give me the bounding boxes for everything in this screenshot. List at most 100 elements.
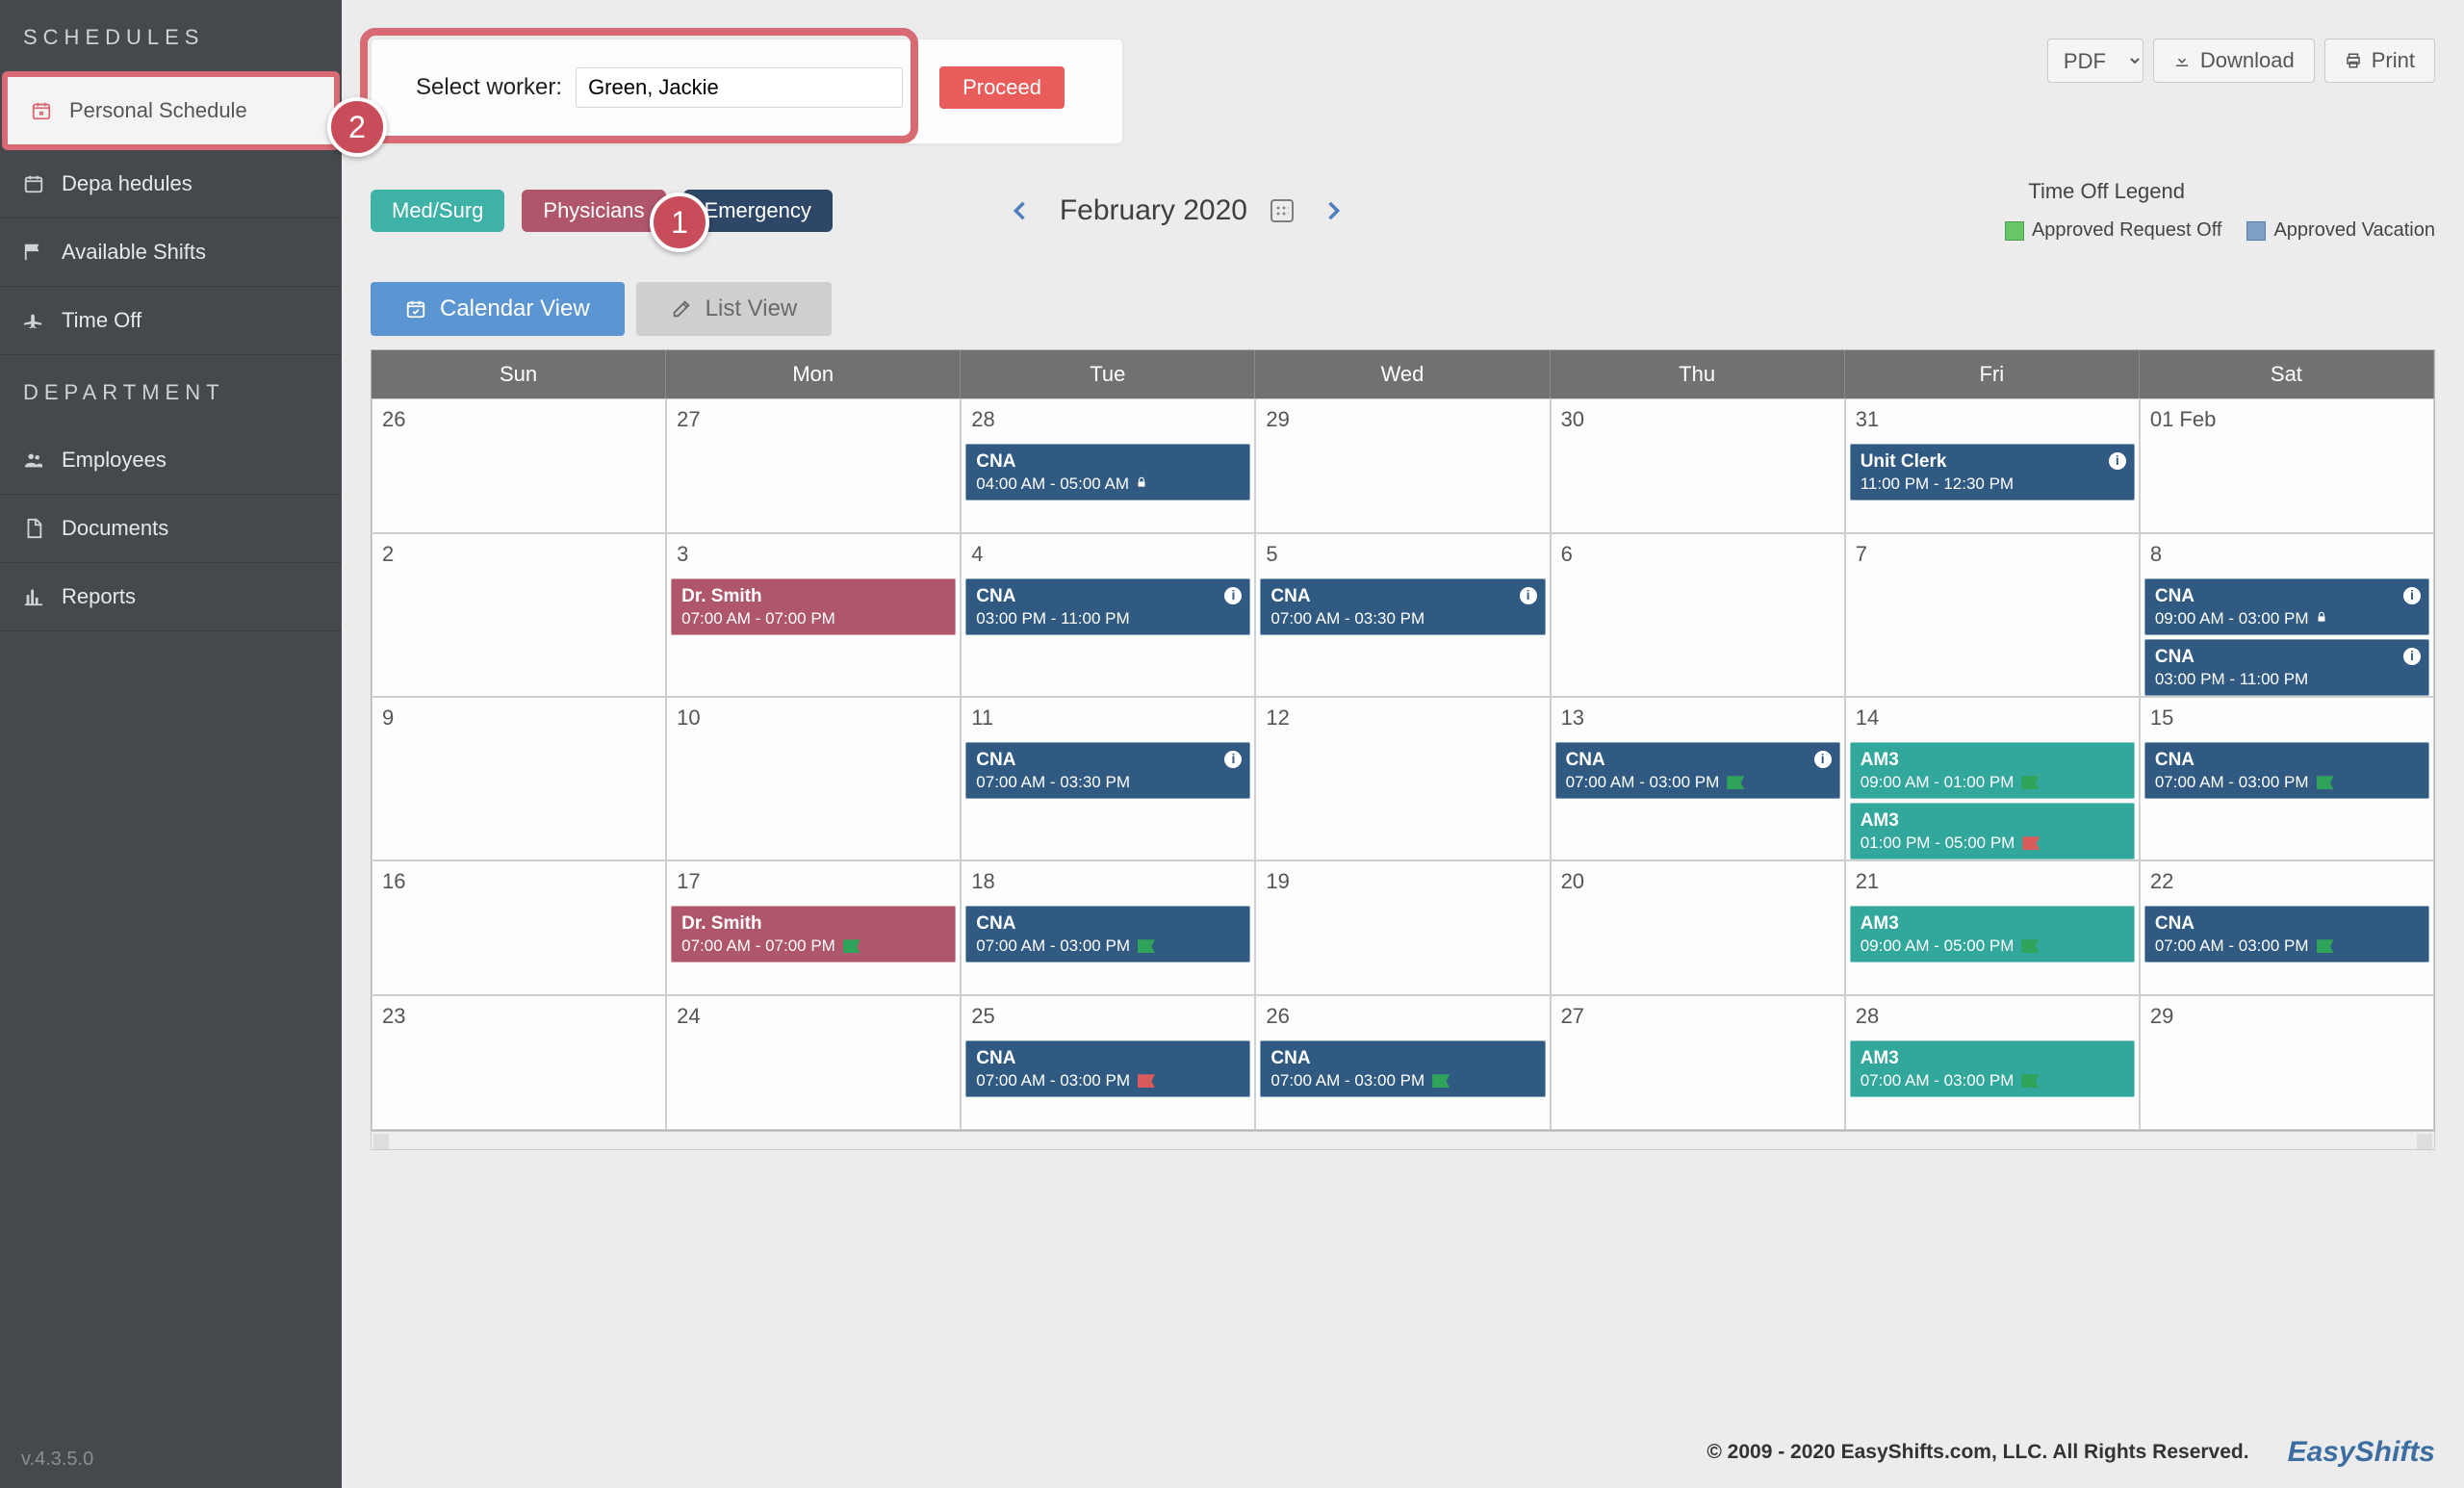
calendar-cell[interactable]: 27 <box>1551 995 1845 1130</box>
calendar-cell[interactable]: 01 Feb <box>2140 398 2434 533</box>
sidebar-item-available-shifts[interactable]: Available Shifts <box>0 218 342 287</box>
day-header: Sat <box>2140 350 2434 398</box>
calendar-cell[interactable]: 21AM309:00 AM - 05:00 PM <box>1845 860 2140 995</box>
calendar-cell[interactable]: 8CNA09:00 AM - 03:00 PMiCNA03:00 PM - 11… <box>2140 533 2434 697</box>
flag-green-icon <box>2021 776 2039 789</box>
calendar-cell[interactable]: 16 <box>372 860 666 995</box>
day-number: 14 <box>1856 706 1879 731</box>
calendar-cell[interactable]: 12 <box>1255 697 1550 860</box>
sidebar-item-time-off[interactable]: Time Off <box>0 287 342 355</box>
flag-green-icon <box>1432 1074 1450 1088</box>
calendar-cell[interactable]: 26 <box>372 398 666 533</box>
calendar-cell[interactable]: 5CNA07:00 AM - 03:30 PMi <box>1255 533 1550 697</box>
calendar-cell[interactable]: 24 <box>666 995 961 1130</box>
calendar-cell[interactable]: 15CNA07:00 AM - 03:00 PM <box>2140 697 2434 860</box>
flag-green-icon <box>843 939 860 953</box>
shift-event[interactable]: CNA07:00 AM - 03:00 PMi <box>1555 742 1840 799</box>
dept-tab-medsurg[interactable]: Med/Surg <box>371 190 504 232</box>
proceed-button[interactable]: Proceed <box>939 66 1065 109</box>
calendar-cell[interactable]: 27 <box>666 398 961 533</box>
info-icon[interactable]: i <box>2109 452 2126 470</box>
prev-month-button[interactable] <box>1004 194 1037 227</box>
calendar-cell[interactable]: 2 <box>372 533 666 697</box>
shift-event[interactable]: CNA04:00 AM - 05:00 AM <box>965 444 1250 500</box>
shift-event[interactable]: CNA09:00 AM - 03:00 PMi <box>2144 578 2429 635</box>
datepicker-icon[interactable] <box>1270 199 1294 222</box>
calendar-cell[interactable]: 30 <box>1551 398 1845 533</box>
day-number: 24 <box>677 1004 700 1029</box>
sidebar-item-dept-schedules[interactable]: Depa hedules <box>0 150 342 218</box>
shift-event[interactable]: CNA07:00 AM - 03:00 PM <box>2144 742 2429 799</box>
shift-event[interactable]: AM309:00 AM - 01:00 PM <box>1850 742 2135 799</box>
calendar-cell[interactable]: 6 <box>1551 533 1845 697</box>
calendar-cell[interactable]: 23 <box>372 995 666 1130</box>
calendar-cell[interactable]: 20 <box>1551 860 1845 995</box>
info-icon[interactable]: i <box>1520 587 1537 604</box>
day-number: 18 <box>971 869 994 894</box>
calendar-cell[interactable]: 4CNA03:00 PM - 11:00 PMi <box>961 533 1255 697</box>
day-number: 16 <box>382 869 405 894</box>
calendar-cell[interactable]: 28CNA04:00 AM - 05:00 AM <box>961 398 1255 533</box>
info-icon[interactable]: i <box>2403 587 2421 604</box>
calendar-cell[interactable]: 13CNA07:00 AM - 03:00 PMi <box>1551 697 1845 860</box>
event-title: CNA <box>976 912 1240 936</box>
event-time: 07:00 AM - 07:00 PM <box>681 608 945 629</box>
calendar-cell[interactable]: 19 <box>1255 860 1550 995</box>
calendar-cell[interactable]: 10 <box>666 697 961 860</box>
shift-event[interactable]: AM301:00 PM - 05:00 PM <box>1850 803 2135 859</box>
event-time: 03:00 PM - 11:00 PM <box>976 608 1240 629</box>
event-title: CNA <box>2155 585 2419 608</box>
sidebar-item-reports[interactable]: Reports <box>0 563 342 631</box>
annotation-badge-1: 1 <box>650 192 709 252</box>
list-view-button[interactable]: List View <box>636 282 833 336</box>
calendar-cell[interactable]: 3Dr. Smith07:00 AM - 07:00 PM <box>666 533 961 697</box>
calendar-cell[interactable]: 14 AM309:00 AM - 01:00 PMAM301:00 PM - 05… <box>1845 697 2140 860</box>
calendar-cell[interactable]: 22CNA07:00 AM - 03:00 PM <box>2140 860 2434 995</box>
shift-event[interactable]: CNA07:00 AM - 03:00 PM <box>2144 906 2429 962</box>
worker-input[interactable] <box>576 67 903 108</box>
calendar-cell[interactable]: 9 <box>372 697 666 860</box>
calendar-cell[interactable]: 17Dr. Smith07:00 AM - 07:00 PM <box>666 860 961 995</box>
sidebar-item-documents[interactable]: Documents <box>0 495 342 563</box>
annotation-badge-2: 2 <box>327 97 387 157</box>
shift-event[interactable]: CNA07:00 AM - 03:00 PM <box>965 1040 1250 1097</box>
sidebar-item-personal-schedule[interactable]: Personal Schedule <box>2 71 340 150</box>
calendar-cell[interactable]: 28AM307:00 AM - 03:00 PM <box>1845 995 2140 1130</box>
event-title: CNA <box>976 1047 1240 1070</box>
dept-tab-physicians[interactable]: Physicians <box>522 190 665 232</box>
info-icon[interactable]: i <box>1814 751 1832 768</box>
shift-event[interactable]: CNA07:00 AM - 03:00 PM <box>965 906 1250 962</box>
next-month-button[interactable] <box>1317 194 1349 227</box>
pdf-select[interactable]: PDF <box>2047 38 2143 83</box>
shift-event[interactable]: Unit Clerk11:00 PM - 12:30 PMi <box>1850 444 2135 500</box>
shift-event[interactable]: CNA07:00 AM - 03:30 PMi <box>965 742 1250 799</box>
calendar-cell[interactable]: 26CNA07:00 AM - 03:00 PM <box>1255 995 1550 1130</box>
shift-event[interactable]: CNA07:00 AM - 03:00 PM <box>1260 1040 1545 1097</box>
shift-event[interactable]: CNA07:00 AM - 03:30 PMi <box>1260 578 1545 635</box>
shift-event[interactable]: CNA03:00 PM - 11:00 PMi <box>2144 639 2429 696</box>
calendar-view-button[interactable]: Calendar View <box>371 282 625 336</box>
shift-event[interactable]: AM309:00 AM - 05:00 PM <box>1850 906 2135 962</box>
day-number: 19 <box>1266 869 1289 894</box>
shift-event[interactable]: Dr. Smith07:00 AM - 07:00 PM <box>671 906 956 962</box>
sidebar-item-employees[interactable]: Employees <box>0 426 342 495</box>
horizontal-scrollbar[interactable] <box>371 1131 2435 1150</box>
calendar-cell[interactable]: 11CNA07:00 AM - 03:30 PMi <box>961 697 1255 860</box>
info-icon[interactable]: i <box>2403 648 2421 665</box>
calendar-cell[interactable]: 29 <box>2140 995 2434 1130</box>
calendar-cell[interactable]: 31Unit Clerk11:00 PM - 12:30 PMi <box>1845 398 2140 533</box>
download-button[interactable]: Download <box>2153 38 2315 83</box>
shift-event[interactable]: CNA03:00 PM - 11:00 PMi <box>965 578 1250 635</box>
calendar-cell[interactable]: 29 <box>1255 398 1550 533</box>
event-time: 07:00 AM - 03:00 PM <box>1270 1070 1534 1090</box>
event-title: AM3 <box>1861 1047 2124 1070</box>
print-button[interactable]: Print <box>2324 38 2435 83</box>
shift-event[interactable]: AM307:00 AM - 03:00 PM <box>1850 1040 2135 1097</box>
calendar-cell[interactable]: 18 CNA07:00 AM - 03:00 PM <box>961 860 1255 995</box>
event-time: 11:00 PM - 12:30 PM <box>1861 474 2124 494</box>
calendar-cell[interactable]: 25CNA07:00 AM - 03:00 PM <box>961 995 1255 1130</box>
shift-event[interactable]: Dr. Smith07:00 AM - 07:00 PM <box>671 578 956 635</box>
flag-red-icon <box>1138 1074 1155 1088</box>
calendar-cell[interactable]: 7 <box>1845 533 2140 697</box>
sidebar-label: Personal Schedule <box>69 98 247 123</box>
